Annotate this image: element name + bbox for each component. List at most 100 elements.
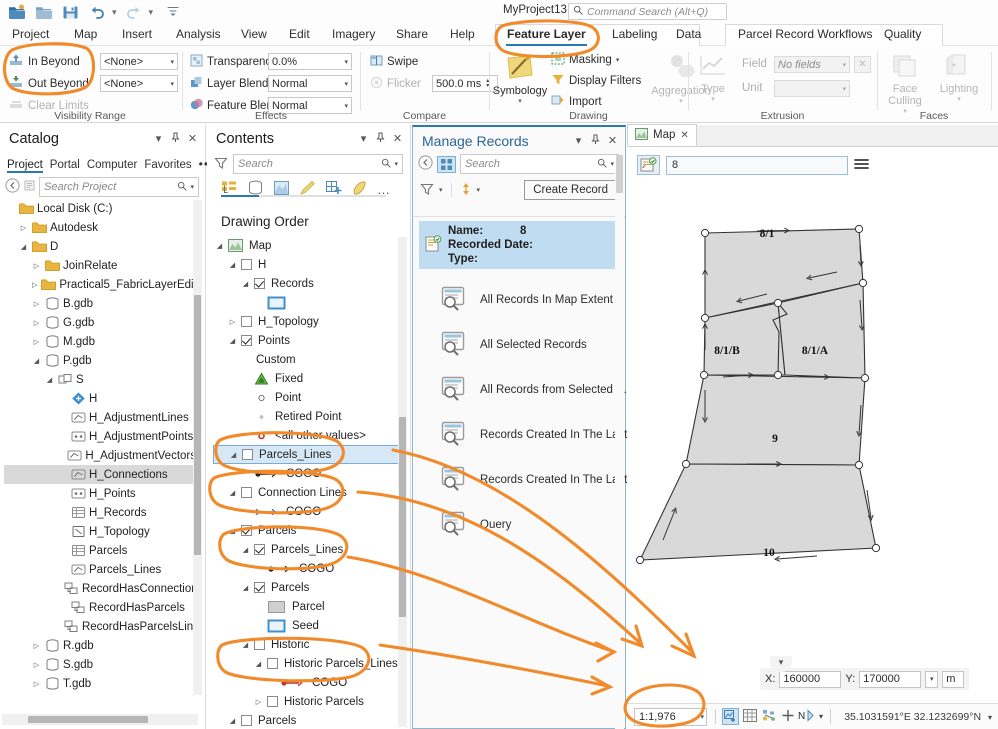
catalog-tab-portal[interactable]: Portal	[50, 159, 87, 173]
catalog-item[interactable]: RecordHasConnections	[4, 579, 196, 598]
ribbon-tab-help[interactable]: Help	[446, 24, 479, 46]
catalog-item[interactable]: ▷R.gdb	[4, 636, 196, 655]
search-icon[interactable]	[381, 158, 391, 171]
customize-qat-icon[interactable]	[166, 4, 184, 20]
catalog-item[interactable]: ▷B.gdb	[4, 294, 196, 313]
swipe-button[interactable]: Swipe	[370, 54, 418, 70]
ribbon-tab-view[interactable]: View	[237, 24, 271, 46]
create-record-button[interactable]: Create Record	[524, 180, 617, 200]
chevron-down-icon[interactable]: ▾	[491, 97, 549, 105]
contents-layer[interactable]: ▷Historic Parcels	[213, 692, 401, 711]
snapping-icon[interactable]	[762, 709, 777, 725]
expand-arrow-closed-icon[interactable]: ▷	[32, 300, 41, 308]
catalog-item[interactable]: H_AdjustmentLines	[4, 408, 196, 427]
catalog-tab-project[interactable]: Project	[7, 159, 50, 173]
expand-arrow-open-icon[interactable]: ◢	[32, 357, 41, 365]
catalog-item[interactable]: H	[4, 389, 196, 408]
manage-records-back-icon[interactable]	[418, 155, 433, 173]
record-query-item[interactable]: All Selected Records	[413, 322, 626, 367]
contents-layer[interactable]: COGO	[213, 673, 401, 692]
layer-visibility-checkbox[interactable]	[267, 696, 278, 707]
xy-dropdown-icon[interactable]: ▾	[925, 671, 938, 688]
catalog-item[interactable]: ▷G.gdb	[4, 313, 196, 332]
ribbon-tab-edit[interactable]: Edit	[285, 24, 314, 46]
catalog-item[interactable]: ▷Autodesk	[4, 218, 196, 237]
expand-arrow-closed-icon[interactable]: ▷	[32, 281, 37, 289]
ribbon-tab-quality[interactable]: Quality	[880, 24, 925, 46]
catalog-item[interactable]: ◢D	[4, 237, 196, 256]
attribute-table-icon[interactable]	[743, 709, 757, 725]
undo-dropdown-icon[interactable]: ▾	[112, 7, 117, 18]
expand-arrow-closed-icon[interactable]: ▷	[228, 318, 237, 326]
catalog-hscrollbar[interactable]	[2, 714, 198, 725]
ribbon-tab-labeling[interactable]: Labeling	[608, 24, 661, 46]
catalog-item[interactable]: Parcels_Lines	[4, 560, 196, 579]
catalog-item[interactable]: ▷T.gdb	[4, 674, 196, 693]
layer-visibility-checkbox[interactable]	[254, 639, 265, 650]
save-project-icon[interactable]	[62, 4, 80, 20]
x-input[interactable]: 160000	[779, 671, 841, 688]
hamburger-menu-icon[interactable]	[854, 157, 869, 174]
contents-layer[interactable]: ◢Map	[213, 236, 401, 255]
layer-visibility-checkbox[interactable]	[241, 335, 252, 346]
catalog-item[interactable]: ▷Practical5_FabricLayerEditing	[4, 275, 196, 294]
chevron-down-icon[interactable]: ▾	[190, 183, 194, 191]
layer-visibility-checkbox[interactable]	[254, 544, 265, 555]
north-arrow-icon[interactable]: N	[798, 709, 815, 725]
manage-records-pin-icon[interactable]	[587, 134, 604, 148]
manage-records-menu-icon[interactable]: ▾	[570, 134, 587, 147]
chevron-down-icon[interactable]: ▾	[616, 56, 620, 64]
contents-layer[interactable]: COGO	[213, 502, 401, 521]
contents-layer[interactable]: ◢Historic Parcels_Lines	[213, 654, 401, 673]
grid-view-icon[interactable]	[437, 156, 456, 173]
catalog-tab-computer[interactable]: Computer	[87, 159, 145, 173]
contents-layer-selected[interactable]: ◢Parcels_Lines	[213, 445, 401, 464]
contents-filter-icon[interactable]	[214, 156, 228, 173]
layer-visibility-checkbox[interactable]	[267, 658, 278, 669]
catalog-item[interactable]: RecordHasParcels	[4, 598, 196, 617]
contents-layer[interactable]: COGO	[213, 559, 401, 578]
layer-visibility-checkbox[interactable]	[242, 449, 253, 460]
add-vertex-icon[interactable]	[781, 709, 795, 725]
catalog-item[interactable]: H_Topology	[4, 522, 196, 541]
contents-layer[interactable]: <all other values>	[213, 426, 401, 445]
contents-layer[interactable]: Fixed	[213, 369, 401, 388]
contents-vscrollbar[interactable]	[398, 237, 407, 727]
expand-arrow-open-icon[interactable]: ◢	[228, 261, 237, 269]
expand-arrow-closed-icon[interactable]: ▷	[32, 642, 41, 650]
status-more-icon[interactable]: ▾	[819, 712, 823, 721]
search-icon[interactable]	[597, 158, 607, 171]
layer-blend-combo[interactable]: Normal ▾	[268, 75, 352, 92]
catalog-item[interactable]: ▷Prefl.gz	[4, 693, 196, 694]
search-icon[interactable]	[177, 181, 187, 194]
expand-arrow-closed-icon[interactable]: ▷	[254, 698, 263, 706]
contents-layer[interactable]: Custom	[213, 350, 401, 369]
catalog-item[interactable]: RecordHasParcelsLines	[4, 617, 196, 636]
import-symbology-button[interactable]: Import	[551, 94, 602, 110]
catalog-item[interactable]: Local Disk (C:)	[4, 199, 196, 218]
expand-arrow-closed-icon[interactable]: ▷	[32, 680, 41, 688]
chevron-down-icon[interactable]: ▾	[394, 160, 398, 168]
catalog-item[interactable]: ▷JoinRelate	[4, 256, 196, 275]
active-record-icon[interactable]	[637, 155, 660, 175]
expand-arrow-open-icon[interactable]: ◢	[228, 489, 237, 497]
catalog-menu-icon[interactable]: ▾	[150, 132, 167, 145]
close-icon[interactable]: ✕	[680, 130, 688, 141]
ribbon-tab-data[interactable]: Data	[672, 24, 705, 46]
masking-button[interactable]: Masking ▾	[551, 52, 619, 68]
filter-dropdown-icon[interactable]: ▾	[439, 186, 443, 194]
record-query-item[interactable]: Records Created In The Last	[413, 412, 626, 457]
expand-arrow-open-icon[interactable]: ◢	[241, 546, 250, 554]
y-input[interactable]: 170000	[859, 671, 921, 688]
catalog-tab-favorites[interactable]: Favorites	[144, 159, 198, 173]
record-query-item[interactable]: Query	[413, 502, 626, 547]
expand-arrow-open-icon[interactable]: ◢	[19, 243, 28, 251]
ribbon-tab-project[interactable]: Project	[8, 24, 53, 46]
catalog-item[interactable]: H_AdjustmentVectors	[4, 446, 196, 465]
ribbon-tab-feature-layer[interactable]: Feature Layer	[503, 24, 590, 46]
contents-layer[interactable]: ◢Historic	[213, 635, 401, 654]
catalog-search-input[interactable]: Search Project ▾	[39, 177, 199, 197]
catalog-item[interactable]: ◢S	[4, 370, 196, 389]
out-beyond-combo[interactable]: <None> ▾	[100, 75, 178, 92]
contents-layer[interactable]	[213, 293, 401, 312]
